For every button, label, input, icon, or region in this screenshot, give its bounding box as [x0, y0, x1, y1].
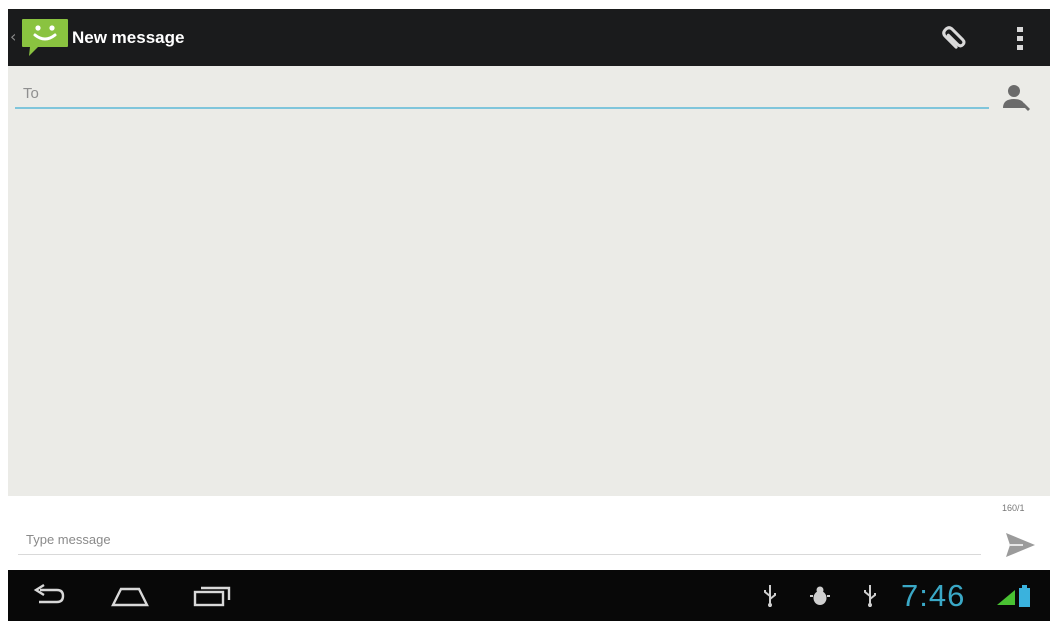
more-vertical-icon[interactable]: [1004, 21, 1036, 55]
page-title: New message: [72, 28, 185, 47]
chevron-left-icon[interactable]: ‹: [10, 28, 18, 46]
usb-icon: [764, 585, 776, 607]
messaging-app-icon[interactable]: [20, 15, 70, 61]
status-clock: 7:46: [901, 578, 966, 613]
recent-apps-icon[interactable]: [191, 583, 233, 609]
message-field[interactable]: [18, 525, 981, 555]
home-icon[interactable]: [109, 583, 151, 609]
character-counter: 160/1: [1002, 503, 1025, 513]
add-contact-icon[interactable]: [998, 81, 1034, 115]
to-field[interactable]: [15, 79, 989, 109]
paperclip-icon[interactable]: [936, 21, 972, 55]
signal-icon: [997, 590, 1015, 605]
compose-area: [8, 66, 1050, 496]
debug-icon: [810, 586, 830, 605]
action-bar: ‹ New message: [8, 9, 1050, 66]
back-icon[interactable]: [28, 583, 70, 609]
screen: ‹ New message 160/1: [8, 9, 1050, 621]
usb-icon: [864, 585, 876, 607]
battery-icon: [1019, 585, 1030, 607]
message-area: 160/1: [8, 496, 1050, 570]
send-icon[interactable]: [1001, 529, 1039, 561]
system-bar: 7:46: [8, 570, 1050, 621]
